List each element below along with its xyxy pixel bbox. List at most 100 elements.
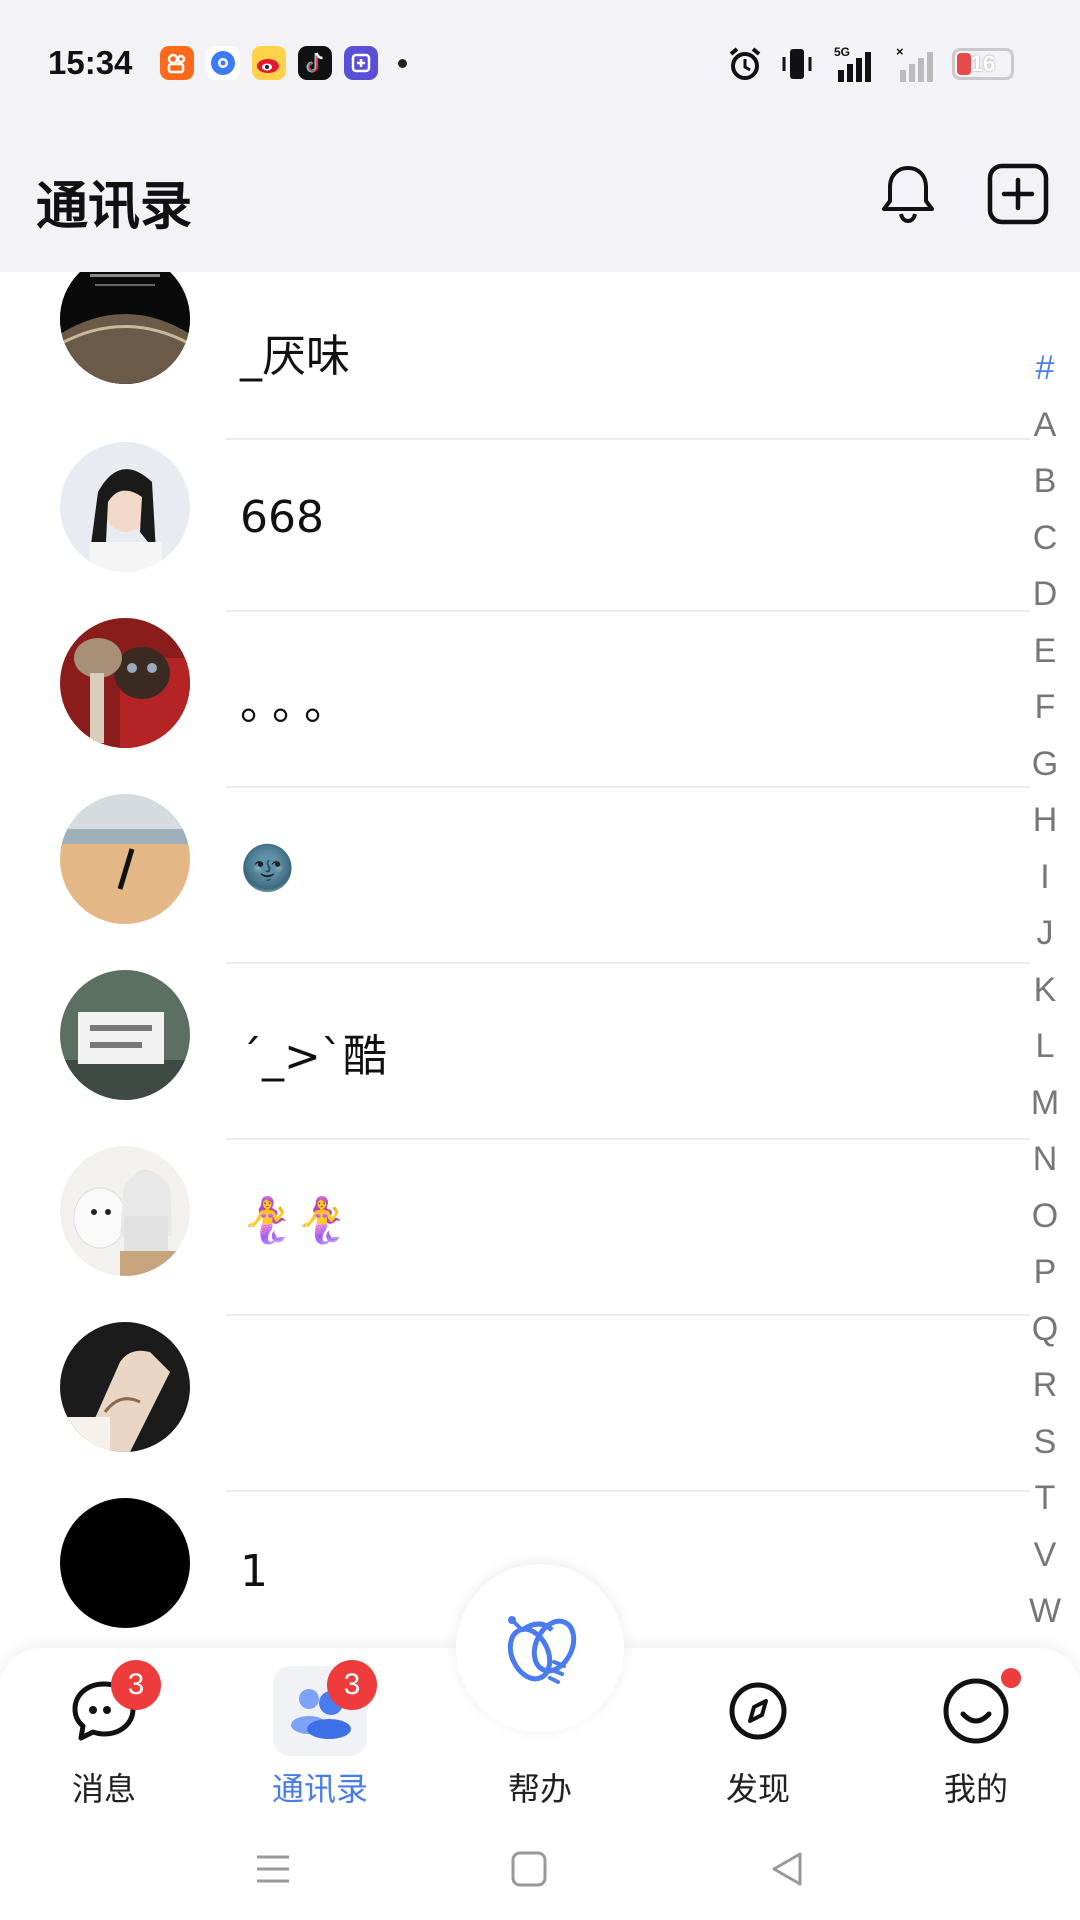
alphabet-index[interactable]: # A B C D E F G H I J K L M N O P Q R S … xyxy=(1022,340,1068,1640)
avatar xyxy=(60,272,190,384)
add-button[interactable] xyxy=(982,158,1054,230)
divider xyxy=(226,962,1030,964)
home-square-icon xyxy=(511,1851,547,1887)
tab-me[interactable]: 我的 xyxy=(906,1668,1046,1812)
index-letter[interactable]: E xyxy=(1034,623,1057,680)
contact-list[interactable]: _厌味 668 。。。 🌚 ´_>`酷 🧜‍♀️🧜‍♀️ xyxy=(0,272,1030,1652)
tieba-icon xyxy=(344,46,378,80)
contact-name: 🧜‍♀️🧜‍♀️ xyxy=(240,1195,350,1246)
index-letter[interactable]: O xyxy=(1032,1188,1058,1245)
tab-contacts[interactable]: 3 通讯录 xyxy=(250,1660,390,1812)
contact-row[interactable]: 🌚 xyxy=(0,794,1030,969)
kuaishou-icon xyxy=(160,46,194,80)
menu-icon xyxy=(257,1855,289,1883)
bell-icon xyxy=(882,166,934,224)
signal-no-service-icon: × xyxy=(896,44,933,82)
avatar xyxy=(60,1322,190,1452)
avatar xyxy=(60,794,190,924)
index-letter[interactable]: I xyxy=(1040,849,1049,906)
contact-name: 。。。 xyxy=(240,679,358,730)
index-letter[interactable]: P xyxy=(1034,1244,1057,1301)
page-header: 通讯录 xyxy=(0,120,1080,272)
home-nav-button[interactable] xyxy=(504,1844,554,1894)
add-icon xyxy=(987,163,1049,225)
index-letter[interactable]: Q xyxy=(1032,1301,1058,1358)
contact-name: 🌚 xyxy=(240,843,295,894)
douyin-icon xyxy=(298,46,332,80)
divider xyxy=(226,1314,1030,1316)
avatar xyxy=(60,618,190,748)
avatar xyxy=(60,1146,190,1276)
index-letter[interactable]: H xyxy=(1033,792,1058,849)
notification-icons xyxy=(160,46,407,80)
unread-badge: 3 xyxy=(111,1660,161,1710)
svg-text:5G: 5G xyxy=(834,45,850,59)
index-letter[interactable]: J xyxy=(1037,905,1054,962)
index-letter[interactable]: F xyxy=(1035,679,1056,736)
contact-row[interactable] xyxy=(0,1322,1030,1497)
tab-label: 帮办 xyxy=(507,1770,572,1808)
tab-label: 我的 xyxy=(943,1770,1008,1808)
svg-text:×: × xyxy=(896,44,904,59)
contact-row[interactable]: ´_>`酷 xyxy=(0,970,1030,1145)
menu-nav-button[interactable] xyxy=(248,1844,298,1894)
index-letter[interactable]: R xyxy=(1033,1357,1058,1414)
divider xyxy=(226,1138,1030,1140)
tab-label: 发现 xyxy=(725,1770,790,1808)
contact-name: _厌味 xyxy=(240,331,350,382)
index-letter[interactable]: T xyxy=(1035,1470,1056,1527)
tab-label: 消息 xyxy=(71,1770,136,1808)
contact-name: 668 xyxy=(240,492,324,543)
contact-name: 1 xyxy=(240,1546,268,1597)
battery-icon: 16 xyxy=(952,48,1014,80)
contact-row[interactable]: 。。。 xyxy=(0,618,1030,793)
index-letter[interactable]: S xyxy=(1034,1414,1057,1471)
index-letter[interactable]: A xyxy=(1034,397,1057,454)
divider xyxy=(226,610,1030,612)
alarm-icon xyxy=(729,47,761,80)
compass-icon xyxy=(719,1672,797,1750)
index-letter[interactable]: W xyxy=(1029,1583,1061,1640)
tab-messages[interactable]: 3 消息 xyxy=(34,1660,174,1812)
contact-name: ´_>`酷 xyxy=(240,1031,387,1082)
contact-row[interactable]: 🧜‍♀️🧜‍♀️ xyxy=(0,1146,1030,1321)
bee-icon xyxy=(507,1616,577,1684)
contacts-icon: 3 xyxy=(273,1660,377,1756)
smile-icon xyxy=(937,1668,1021,1750)
status-bar: 15:34 5G × 16 xyxy=(0,0,1080,120)
system-icons: 5G × 16 xyxy=(726,44,1014,84)
index-letter[interactable]: G xyxy=(1032,736,1058,793)
avatar xyxy=(60,442,190,572)
vibrate-icon xyxy=(782,49,812,79)
avatar xyxy=(60,1498,190,1628)
more-notifications-dot xyxy=(398,58,407,68)
avatar xyxy=(60,970,190,1100)
contact-row[interactable]: _厌味 xyxy=(0,272,1030,447)
index-letter[interactable]: M xyxy=(1031,1075,1059,1132)
qq-browser-icon xyxy=(206,46,240,80)
status-time: 15:34 xyxy=(48,44,133,81)
index-letter[interactable]: K xyxy=(1034,962,1057,1019)
index-letter[interactable]: B xyxy=(1034,453,1057,510)
tab-discover[interactable]: 发现 xyxy=(688,1672,828,1812)
index-letter[interactable]: L xyxy=(1036,1018,1055,1075)
help-center-button[interactable] xyxy=(456,1564,624,1732)
divider xyxy=(226,786,1030,788)
contact-row[interactable]: 668 xyxy=(0,442,1030,617)
index-letter[interactable]: # xyxy=(1036,340,1055,397)
index-letter[interactable]: N xyxy=(1033,1131,1058,1188)
index-letter[interactable]: C xyxy=(1033,510,1058,567)
page-title: 通讯录 xyxy=(36,177,193,237)
notification-button[interactable] xyxy=(872,158,944,230)
tab-label: 通讯录 xyxy=(271,1770,368,1808)
weibo-icon xyxy=(252,46,286,80)
divider xyxy=(226,1490,1030,1492)
index-letter[interactable]: D xyxy=(1033,566,1058,623)
notification-dot xyxy=(1001,1668,1021,1688)
message-icon: 3 xyxy=(65,1660,161,1750)
battery-level: 16 xyxy=(970,51,996,76)
back-nav-button[interactable] xyxy=(762,1844,812,1894)
unread-badge: 3 xyxy=(327,1660,377,1710)
index-letter[interactable]: V xyxy=(1034,1527,1057,1584)
divider xyxy=(226,438,1030,440)
